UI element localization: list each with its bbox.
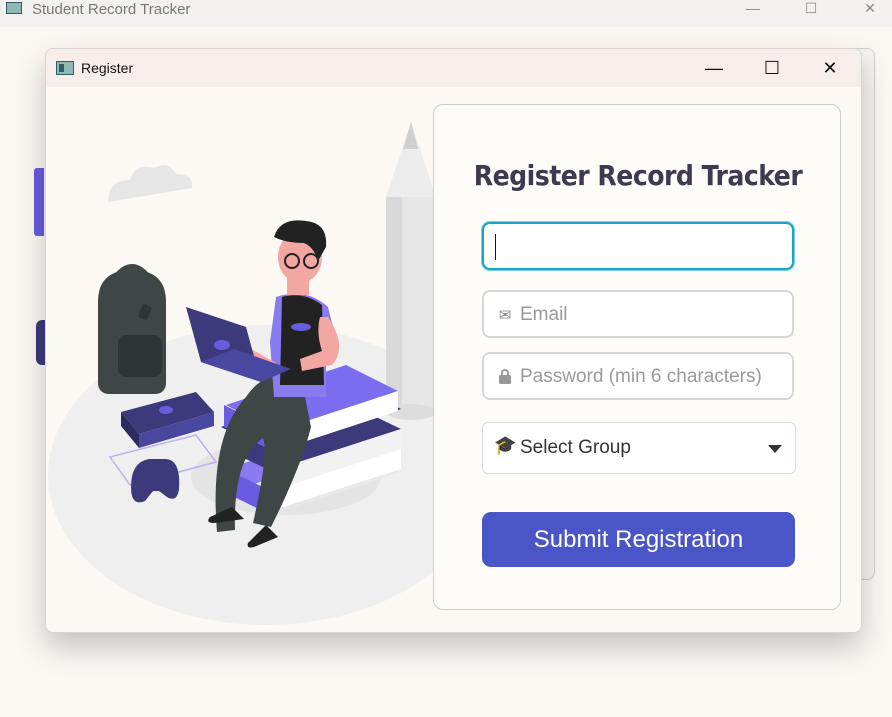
name-input[interactable]: [482, 222, 794, 270]
chevron-down-icon: [768, 445, 782, 453]
graduation-cap-icon: 🎓: [494, 435, 517, 455]
parent-titlebar: Student Record Tracker — ☐ ✕: [0, 0, 892, 27]
dialog-title: Register: [81, 60, 134, 76]
lock-icon: [495, 368, 515, 388]
pencil-icon: [386, 122, 436, 420]
form-title: Register Record Tracker: [473, 159, 803, 192]
password-placeholder: Password (min 6 characters): [520, 366, 762, 387]
text-cursor: [495, 234, 496, 260]
close-button[interactable]: ✕: [810, 54, 850, 82]
student-illustration: [48, 122, 436, 625]
group-select[interactable]: 🎓 Select Group: [482, 422, 796, 474]
parent-minimize-button[interactable]: —: [740, 0, 766, 18]
parent-maximize-button[interactable]: ☐: [798, 0, 824, 18]
parent-window-title: Student Record Tracker: [32, 1, 191, 18]
dialog-titlebar: Register — ☐ ✕: [46, 49, 861, 87]
maximize-button[interactable]: ☐: [752, 54, 792, 82]
backpack-icon: [98, 264, 166, 394]
parent-close-button[interactable]: ✕: [857, 0, 883, 18]
app-icon: [56, 61, 74, 75]
minimize-button[interactable]: —: [694, 54, 734, 82]
register-dialog: Register — ☐ ✕ Register Record Tracker ✉…: [45, 48, 862, 633]
group-select-value: Select Group: [520, 437, 631, 458]
app-icon: [6, 2, 22, 14]
parent-illustration-edge: [34, 168, 44, 236]
email-placeholder: Email: [520, 304, 568, 325]
password-field[interactable]: Password (min 6 characters): [482, 352, 794, 400]
cloud-icon: [108, 165, 193, 202]
submit-registration-button[interactable]: Submit Registration: [482, 512, 795, 567]
mail-icon: ✉: [498, 307, 512, 324]
email-field[interactable]: ✉ Email: [482, 290, 794, 338]
registration-card: Register Record Tracker ✉ Email Password…: [433, 104, 841, 610]
